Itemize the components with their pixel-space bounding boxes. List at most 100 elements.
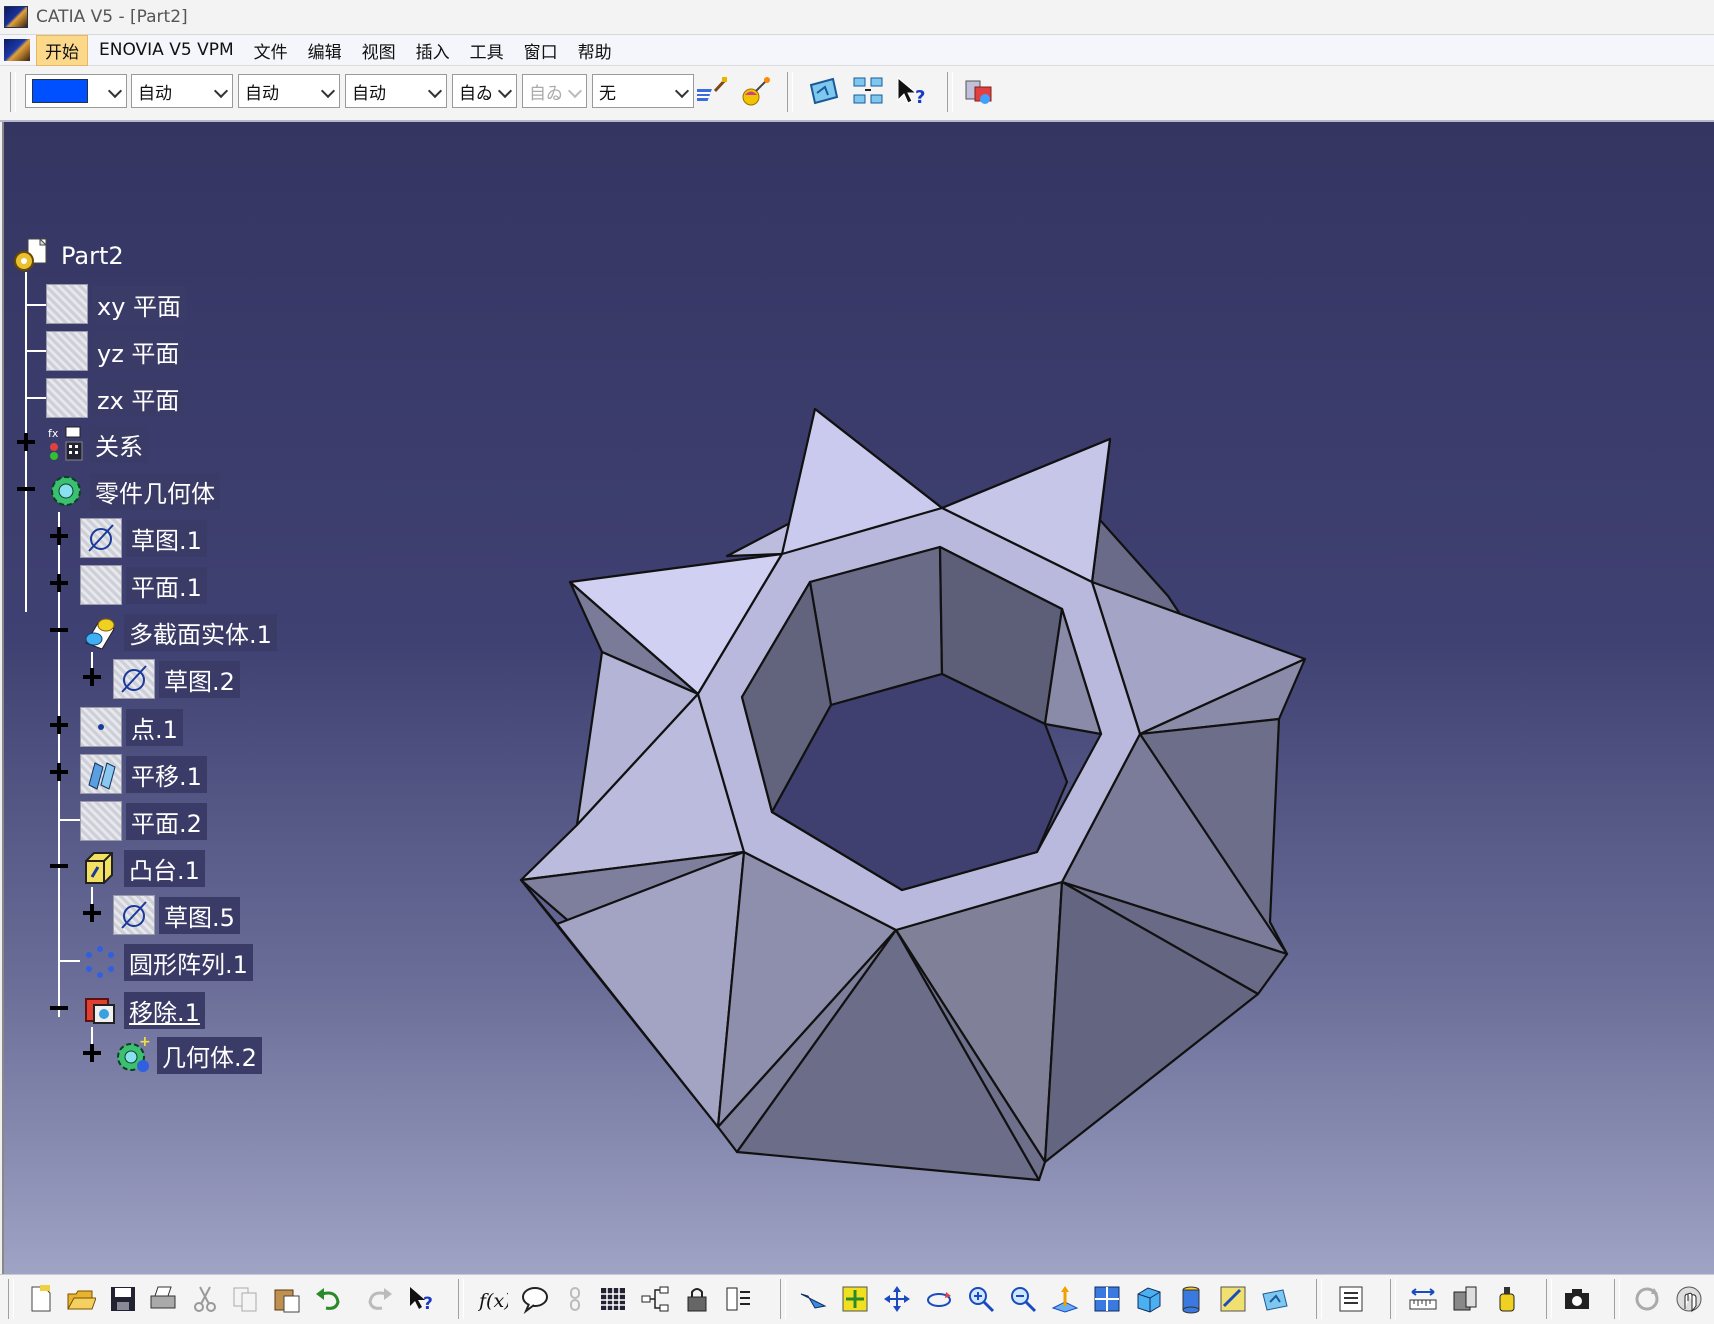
fly-mode-icon[interactable]	[798, 1284, 828, 1314]
tree-node-sketch-5[interactable]: 草图.5	[113, 895, 240, 935]
toolbar-grip[interactable]	[947, 72, 953, 112]
tree-node-remove-1[interactable]: 移除.1	[80, 990, 205, 1030]
expand-plus-icon[interactable]	[50, 716, 68, 734]
3d-viewport[interactable]: Part2 xy 平面 yz 平面 zx 平面 fx 关系 零件几何体 草图.1…	[2, 122, 1714, 1274]
point-symbol-select[interactable]: 自ゐ	[452, 74, 517, 108]
collapse-minus-icon[interactable]	[17, 480, 35, 498]
list-icon[interactable]	[724, 1284, 754, 1314]
cut-icon[interactable]	[190, 1284, 220, 1314]
catia-menu-logo-icon[interactable]	[4, 39, 30, 61]
toolbar-grip[interactable]	[1316, 1279, 1322, 1319]
tree-root-part2[interactable]: Part2	[12, 236, 129, 276]
comment-icon[interactable]	[520, 1284, 550, 1314]
tree-node-xy-plane[interactable]: xy 平面	[46, 284, 187, 324]
zoom-out-icon[interactable]	[1008, 1284, 1038, 1314]
menu-view[interactable]: 视图	[353, 35, 405, 66]
whats-this-icon[interactable]: ?	[895, 75, 927, 107]
toolbar-grip[interactable]	[458, 1279, 464, 1319]
line-thickness-select[interactable]: 自动	[238, 74, 340, 108]
print-icon[interactable]	[148, 1284, 178, 1314]
new-icon[interactable]	[26, 1284, 56, 1314]
expand-plus-icon[interactable]	[50, 574, 68, 592]
tree-node-sketch-1[interactable]: 草图.1	[80, 518, 207, 558]
menu-window[interactable]: 窗口	[515, 35, 567, 66]
expand-plus-icon[interactable]	[83, 668, 101, 686]
menu-file[interactable]: 文件	[245, 35, 297, 66]
toolbar-grip[interactable]	[1390, 1279, 1396, 1319]
collapse-minus-icon[interactable]	[50, 999, 68, 1017]
toolbar-grip[interactable]	[8, 1279, 14, 1319]
hide-show-icon[interactable]	[1218, 1284, 1248, 1314]
menu-edit[interactable]: 编辑	[299, 35, 351, 66]
tree-node-point-1[interactable]: 点.1	[80, 707, 183, 747]
tree-node-relations[interactable]: fx 关系	[46, 424, 148, 464]
tree-node-translate-1[interactable]: 平移.1	[80, 754, 207, 794]
paint-brush-icon[interactable]	[697, 75, 729, 107]
multi-view-icon[interactable]	[1092, 1284, 1122, 1314]
apply-material-icon[interactable]	[740, 75, 772, 107]
paste-icon[interactable]	[272, 1284, 302, 1314]
transparency-select[interactable]: 自动	[131, 74, 233, 108]
expand-plus-icon[interactable]	[83, 1044, 101, 1062]
table-icon[interactable]	[598, 1284, 628, 1314]
menu-tools[interactable]: 工具	[461, 35, 513, 66]
tree-node-part-body[interactable]: 零件几何体	[46, 471, 220, 511]
tree-node-plane-1[interactable]: 平面.1	[80, 565, 207, 605]
menu-start[interactable]: 开始	[36, 34, 88, 66]
inertia-icon[interactable]	[1492, 1284, 1522, 1314]
catalog-browser-icon[interactable]	[963, 75, 995, 107]
measure-item-icon[interactable]	[1450, 1284, 1480, 1314]
link-icon[interactable]	[560, 1284, 590, 1314]
toolbar-grip[interactable]	[1614, 1279, 1620, 1319]
toolbar-grip[interactable]	[787, 72, 793, 112]
copy-icon[interactable]	[230, 1284, 260, 1314]
tree-node-body-2[interactable]: + 几何体.2	[113, 1035, 262, 1075]
tree-node-circular-pattern-1[interactable]: 圆形阵列.1	[80, 942, 253, 982]
update-icon[interactable]	[1632, 1284, 1662, 1314]
menu-help[interactable]: 帮助	[569, 35, 621, 66]
swap-space-icon[interactable]	[852, 75, 884, 107]
rotate-icon[interactable]	[924, 1284, 954, 1314]
expand-plus-icon[interactable]	[50, 763, 68, 781]
zoom-in-icon[interactable]	[966, 1284, 996, 1314]
save-icon[interactable]	[108, 1284, 138, 1314]
toolbar-grip[interactable]	[10, 72, 16, 112]
swap-space-icon[interactable]	[1260, 1284, 1290, 1314]
pan-icon[interactable]	[882, 1284, 912, 1314]
color-select[interactable]	[25, 74, 127, 108]
undo-icon[interactable]	[314, 1284, 344, 1314]
fit-all-icon[interactable]	[840, 1284, 870, 1314]
expand-plus-icon[interactable]	[50, 527, 68, 545]
normal-view-icon[interactable]	[1050, 1284, 1080, 1314]
catalog-icon[interactable]	[1336, 1284, 1366, 1314]
expand-plus-icon[interactable]	[83, 904, 101, 922]
expand-plus-icon[interactable]	[17, 433, 35, 451]
whats-this-icon[interactable]: ?	[408, 1284, 438, 1314]
tree-node-zx-plane[interactable]: zx 平面	[46, 378, 185, 418]
menu-insert[interactable]: 插入	[407, 35, 459, 66]
tree-node-plane-2[interactable]: 平面.2	[80, 801, 207, 841]
measure-icon[interactable]	[1408, 1284, 1438, 1314]
formula-icon[interactable]: f(x)	[478, 1284, 508, 1314]
tree-node-multi-section-solid-1[interactable]: 多截面实体.1	[80, 612, 277, 652]
hide-show-icon[interactable]	[808, 75, 840, 107]
toolbar-grip[interactable]	[780, 1279, 786, 1319]
redo-icon[interactable]	[364, 1284, 394, 1314]
capture-icon[interactable]	[1562, 1284, 1592, 1314]
lock-icon[interactable]	[682, 1284, 712, 1314]
iso-view-icon[interactable]	[1134, 1284, 1164, 1314]
open-icon[interactable]	[66, 1284, 96, 1314]
tree-node-pad-1[interactable]: 凸台.1	[80, 848, 205, 888]
line-type-select[interactable]: 自动	[345, 74, 447, 108]
tree-node-yz-plane[interactable]: yz 平面	[46, 331, 185, 371]
collapse-minus-icon[interactable]	[50, 621, 68, 639]
collapse-minus-icon[interactable]	[50, 857, 68, 875]
plane-icon	[46, 378, 88, 418]
tree-icon[interactable]	[640, 1284, 670, 1314]
manipulate-icon[interactable]	[1674, 1284, 1704, 1314]
tree-node-sketch-2[interactable]: 草图.2	[113, 659, 240, 699]
menu-enovia[interactable]: ENOVIA V5 VPM	[90, 37, 243, 63]
shading-icon[interactable]	[1176, 1284, 1206, 1314]
layer-select[interactable]: 无	[592, 74, 694, 108]
toolbar-grip[interactable]	[1546, 1279, 1552, 1319]
